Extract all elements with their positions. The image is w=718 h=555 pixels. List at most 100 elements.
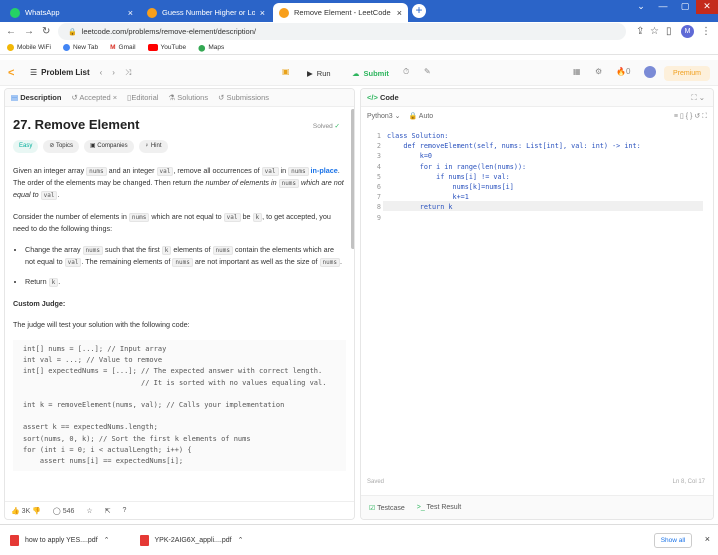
line-number: 5 xyxy=(376,172,381,181)
scrollbar[interactable] xyxy=(351,109,354,249)
sidebar-icon[interactable]: ▯ xyxy=(666,26,672,37)
chevron-down-icon[interactable]: ⌄ xyxy=(630,0,652,14)
tab-solutions[interactable]: ⚗ Solutions xyxy=(168,93,208,102)
check-circle-icon: ✓ xyxy=(334,123,340,130)
chevron-up-icon[interactable]: ⌃ xyxy=(238,536,244,544)
debug-icon[interactable]: ▣ xyxy=(282,67,290,76)
bookmark-label: Gmail xyxy=(118,44,136,51)
globe-icon xyxy=(7,44,14,51)
share-icon[interactable]: ⇪ xyxy=(636,26,644,37)
bookmark-new-tab[interactable]: New Tab xyxy=(62,44,98,51)
language-select[interactable]: Python3 ⌄ xyxy=(367,112,401,120)
tab-label: Testcase xyxy=(377,504,405,512)
url-field[interactable]: 🔒 leetcode.com/problems/remove-element/d… xyxy=(58,23,626,40)
tab-remove-element[interactable]: Remove Element - LeetCode × xyxy=(273,3,408,22)
expand-icon[interactable]: ⛶ ⌄ xyxy=(691,93,705,103)
code-line[interactable]: return k xyxy=(387,202,453,212)
tab-submissions[interactable]: ↺ Submissions xyxy=(218,93,269,102)
bookmark-gmail[interactable]: M Gmail xyxy=(110,44,135,51)
bookmark-youtube[interactable]: YouTube xyxy=(147,44,186,51)
user-avatar[interactable] xyxy=(644,66,656,78)
forward-icon[interactable]: → xyxy=(24,26,34,37)
submit-button[interactable]: ☁ Submit xyxy=(346,66,395,80)
code-line[interactable]: k=0 xyxy=(387,151,432,161)
next-problem-icon[interactable]: › xyxy=(112,68,115,77)
chevron-up-icon[interactable]: ⌃ xyxy=(104,536,110,544)
code-line[interactable]: if nums[i] != val: xyxy=(387,172,510,182)
leetcode-icon xyxy=(147,7,157,18)
tab-title: Remove Element - LeetCode xyxy=(294,8,391,17)
tab-whatsapp[interactable]: WhatsApp × xyxy=(4,3,139,22)
notes-icon[interactable]: ✎ xyxy=(424,67,431,76)
tab-code[interactable]: </> Code xyxy=(367,93,399,102)
code-line[interactable]: nums[k]=nums[i] xyxy=(387,182,513,192)
leetcode-logo-icon[interactable]: < xyxy=(8,67,20,79)
tab-editorial[interactable]: ▯Editorial xyxy=(127,93,158,102)
close-icon[interactable]: × xyxy=(260,8,265,18)
url-text: leetcode.com/problems/remove-element/des… xyxy=(81,27,256,36)
hint-chip[interactable]: ♀ Hint xyxy=(138,140,168,153)
tab-label: Submissions xyxy=(226,93,270,102)
back-icon[interactable]: ← xyxy=(6,26,16,37)
problem-list-button[interactable]: ☰ Problem List xyxy=(30,68,90,77)
like-count: 3K xyxy=(21,507,31,515)
file-name: YPK-2AIG6X_appli....pdf xyxy=(154,536,232,544)
help-icon[interactable]: ? xyxy=(123,507,127,514)
tab-label: Solutions xyxy=(177,93,209,102)
companies-chip[interactable]: ▣ Companies xyxy=(83,140,134,153)
code-line[interactable]: def removeElement(self, nums: List[int],… xyxy=(387,141,640,151)
close-icon[interactable]: × xyxy=(397,8,402,18)
minimize-icon[interactable]: — xyxy=(652,0,674,14)
profile-avatar[interactable]: M xyxy=(681,25,694,38)
layout-icon[interactable]: ▦ xyxy=(573,67,581,76)
flask-icon: ⚗ xyxy=(168,93,176,102)
timer-icon[interactable]: ⏱ xyxy=(403,67,409,77)
like-button[interactable]: 👍 3K 👎 xyxy=(11,507,41,515)
thumbs-down-icon[interactable]: 👎 xyxy=(32,508,41,515)
close-window-icon[interactable]: ✕ xyxy=(696,0,718,14)
streak-counter[interactable]: 🔥0 xyxy=(616,67,630,76)
submit-label: Submit xyxy=(363,68,389,78)
difficulty-badge[interactable]: Easy xyxy=(13,140,39,153)
tab-label: Code xyxy=(379,93,399,102)
code-editor[interactable]: 1 class Solution: 2 def removeElement(self… xyxy=(361,129,713,469)
leetcode-icon xyxy=(279,7,289,18)
prev-problem-icon[interactable]: ‹ xyxy=(100,68,103,77)
code-line[interactable]: class Solution: xyxy=(387,131,448,141)
tab-testcase[interactable]: ☑ Testcase xyxy=(369,504,405,512)
download-item[interactable]: how to apply YES....pdf ⌃ xyxy=(10,534,110,546)
download-item[interactable]: YPK-2AIG6X_appli....pdf ⌃ xyxy=(139,534,244,546)
tab-description[interactable]: ▤ Description xyxy=(11,93,61,102)
editor-tools[interactable]: ≡ ▯ { } ↺ ⛶ xyxy=(674,112,707,121)
new-tab-button[interactable]: + xyxy=(412,4,426,18)
gear-icon[interactable]: ⚙ xyxy=(595,67,602,76)
reload-icon[interactable]: ↻ xyxy=(42,26,50,37)
close-icon[interactable]: × xyxy=(128,8,133,18)
shuffle-icon[interactable]: ⤨ xyxy=(125,68,131,78)
problem-tags: Easy ⊘ Topics ▣ Companies ♀ Hint xyxy=(13,140,346,153)
star-icon[interactable]: ☆ xyxy=(86,507,92,515)
comments-button[interactable]: ◯ 546 xyxy=(53,507,74,515)
show-all-button[interactable]: Show all xyxy=(654,533,692,548)
bookmark-label: Maps xyxy=(208,44,225,51)
star-icon[interactable]: ☆ xyxy=(650,26,659,37)
tab-guess-number[interactable]: Guess Number Higher or Lower - × xyxy=(141,3,271,22)
maximize-icon[interactable]: ▢ xyxy=(674,0,696,14)
kebab-menu-icon[interactable]: ⋮ xyxy=(701,26,711,37)
tab-accepted[interactable]: ↺ Accepted × xyxy=(71,93,117,102)
bookmark-mobile-wifi[interactable]: Mobile WiFi xyxy=(7,44,51,51)
topics-chip[interactable]: ⊘ Topics xyxy=(43,140,79,153)
lock-icon: 🔒 xyxy=(68,28,77,36)
close-icon[interactable]: × xyxy=(705,534,710,544)
auto-toggle[interactable]: 🔒 Auto xyxy=(409,112,434,120)
share-icon[interactable]: ⇱ xyxy=(105,507,111,515)
paragraph-consider: Consider the number of elements in nums … xyxy=(13,212,331,233)
premium-button[interactable]: Premium xyxy=(664,66,710,81)
tab-test-result[interactable]: >_ Test Result xyxy=(417,504,461,511)
bookmark-maps[interactable]: ⬤ Maps xyxy=(198,44,224,52)
run-button[interactable]: ▶ Run xyxy=(301,66,337,80)
whatsapp-icon xyxy=(10,7,20,18)
code-line[interactable]: for i in range(len(nums)): xyxy=(387,162,526,172)
list-item: Return k. xyxy=(25,276,346,288)
file-name: how to apply YES....pdf xyxy=(25,536,98,544)
